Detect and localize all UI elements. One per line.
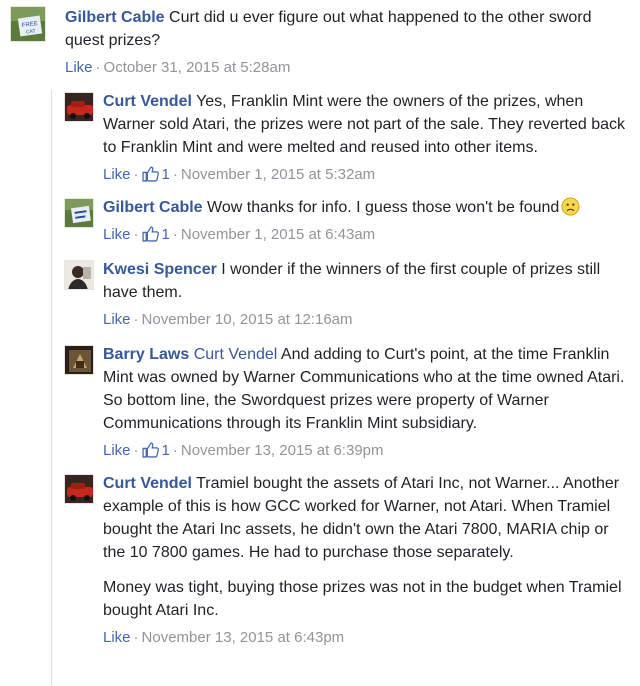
like-button[interactable]: Like bbox=[103, 629, 131, 646]
comment-text: Curt Vendel Yes, Franklin Mint were the … bbox=[103, 90, 630, 159]
like-button[interactable]: Like bbox=[103, 442, 131, 459]
thumbs-up-icon[interactable] bbox=[141, 225, 159, 242]
like-count[interactable]: 1 bbox=[162, 226, 170, 243]
separator: · bbox=[133, 442, 139, 459]
author-name[interactable]: Kwesi Spencer bbox=[103, 261, 217, 278]
timestamp-link[interactable]: November 1, 2015 at 5:32am bbox=[181, 166, 375, 183]
comment-body: Wow thanks for info. I guess those won't… bbox=[207, 199, 560, 216]
comment-text: Gilbert Cable Curt did u ever figure out… bbox=[65, 6, 630, 52]
reply-thread-line bbox=[51, 90, 52, 686]
avatar[interactable] bbox=[64, 345, 94, 375]
separator: · bbox=[95, 59, 101, 76]
comment-text: Barry Laws Curt Vendel And adding to Cur… bbox=[103, 343, 630, 435]
comment-meta: Like · November 13, 2015 at 6:43pm bbox=[103, 628, 630, 648]
author-name[interactable]: Barry Laws bbox=[103, 346, 189, 363]
like-button[interactable]: Like bbox=[103, 226, 131, 243]
avatar-image bbox=[65, 199, 93, 227]
avatar-image bbox=[65, 475, 93, 503]
like-button[interactable]: Like bbox=[103, 311, 131, 328]
timestamp-link[interactable]: November 13, 2015 at 6:43pm bbox=[142, 629, 345, 646]
separator: · bbox=[172, 166, 178, 183]
avatar-image bbox=[65, 261, 93, 289]
avatar[interactable]: FREE CAT bbox=[10, 6, 46, 42]
sad-face-icon bbox=[561, 197, 580, 216]
comment-text: Curt Vendel Tramiel bought the assets of… bbox=[103, 472, 630, 564]
thumbs-up-icon[interactable] bbox=[141, 165, 159, 182]
avatar-image bbox=[65, 346, 93, 374]
comment-text: Gilbert Cable Wow thanks for info. I gue… bbox=[103, 196, 630, 219]
comment-meta: Like · 1 · November 1, 2015 at 5:32am bbox=[103, 165, 630, 185]
comment-text: Kwesi Spencer I wonder if the winners of… bbox=[103, 258, 630, 304]
avatar[interactable] bbox=[64, 198, 94, 228]
separator: · bbox=[172, 226, 178, 243]
comment-gilbert-cable-1: FREE CAT Gilbert Cable Curt did u ever f… bbox=[10, 6, 630, 86]
author-name[interactable]: Gilbert Cable bbox=[103, 199, 203, 216]
like-count[interactable]: 1 bbox=[162, 166, 170, 183]
comment-meta: Like · November 10, 2015 at 12:16am bbox=[103, 310, 630, 330]
like-button[interactable]: Like bbox=[103, 166, 131, 183]
separator: · bbox=[133, 166, 139, 183]
thumbs-up-icon[interactable] bbox=[141, 441, 159, 458]
comment-meta: Like · 1 · November 13, 2015 at 6:39pm bbox=[103, 441, 630, 461]
timestamp-link[interactable]: November 1, 2015 at 6:43am bbox=[181, 226, 375, 243]
avatar[interactable] bbox=[64, 92, 94, 122]
separator: · bbox=[133, 629, 139, 646]
comment-meta: Like · October 31, 2015 at 5:28am bbox=[65, 58, 630, 78]
timestamp-link[interactable]: November 10, 2015 at 12:16am bbox=[142, 311, 353, 328]
separator: · bbox=[133, 226, 139, 243]
author-name[interactable]: Gilbert Cable bbox=[65, 9, 165, 26]
separator: · bbox=[172, 442, 178, 459]
avatar[interactable] bbox=[64, 474, 94, 504]
timestamp-link[interactable]: October 31, 2015 at 5:28am bbox=[104, 59, 291, 76]
avatar[interactable] bbox=[64, 260, 94, 290]
author-name[interactable]: Curt Vendel bbox=[103, 93, 192, 110]
author-name[interactable]: Curt Vendel bbox=[103, 475, 192, 492]
avatar-image: FREE CAT bbox=[11, 7, 45, 41]
mention-link[interactable]: Curt Vendel bbox=[194, 346, 278, 363]
separator: · bbox=[133, 311, 139, 328]
like-button[interactable]: Like bbox=[65, 59, 93, 76]
comment-body-paragraph-2: Money was tight, buying those prizes was… bbox=[103, 579, 622, 619]
avatar-image bbox=[65, 93, 93, 121]
like-count[interactable]: 1 bbox=[162, 442, 170, 459]
timestamp-link[interactable]: November 13, 2015 at 6:39pm bbox=[181, 442, 384, 459]
comment-meta: Like · 1 · November 1, 2015 at 6:43am bbox=[103, 225, 630, 245]
